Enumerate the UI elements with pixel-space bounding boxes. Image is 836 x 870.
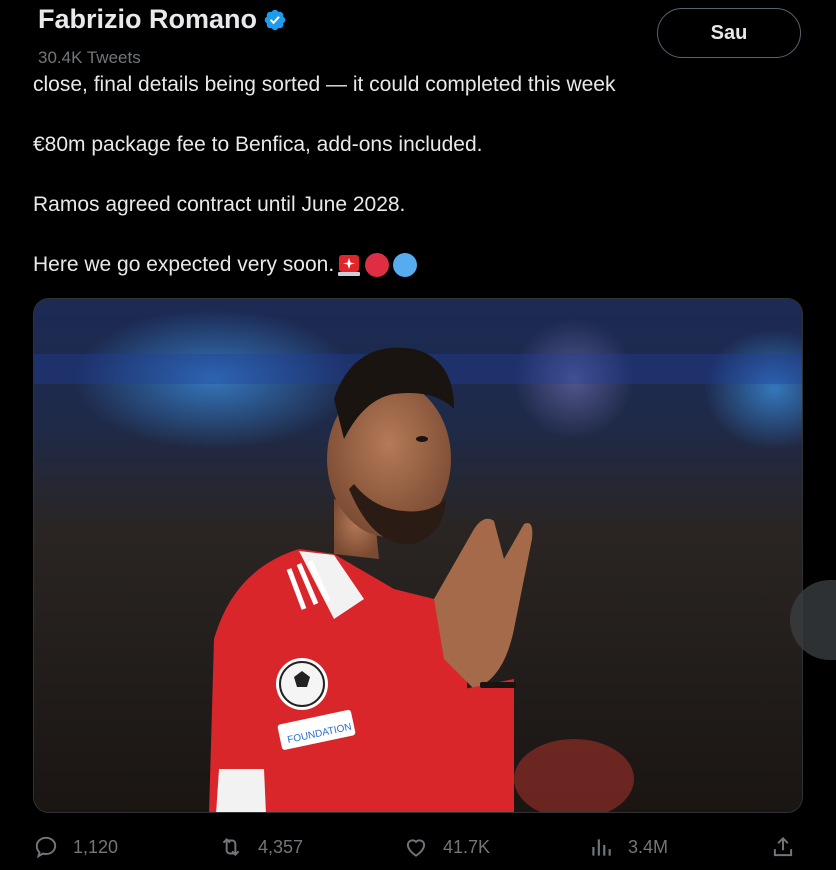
tweet-text: close, final details being sorted — it c… bbox=[33, 70, 803, 310]
share-icon bbox=[773, 836, 793, 857]
verified-badge-icon bbox=[264, 9, 286, 30]
retweet-action[interactable]: 4,357 bbox=[218, 834, 303, 860]
profile-header: Fabrizio Romano 30.4K Tweets Sau bbox=[0, 0, 836, 72]
reply-count: 1,120 bbox=[73, 836, 119, 857]
tweet-line-1: close, final details being sorted — it c… bbox=[33, 73, 616, 96]
tweet-line-2: €80m package fee to Benfica, add-ons inc… bbox=[33, 133, 483, 156]
tweet-photo[interactable]: FOUNDATION bbox=[33, 298, 803, 813]
reply-action[interactable]: 1,120 bbox=[33, 834, 118, 860]
tweet-count: 30.4K Tweets bbox=[38, 48, 141, 67]
tweet-line-3: Ramos agreed contract until June 2028. bbox=[33, 193, 406, 216]
footballer-photo-icon: FOUNDATION bbox=[34, 299, 802, 812]
heart-icon bbox=[406, 839, 426, 857]
tweet-line-4: Here we go expected very soon. bbox=[33, 250, 803, 280]
share-action[interactable] bbox=[770, 834, 796, 860]
tweet-actions: 1,120 4,357 41.7K 3.4M bbox=[0, 828, 836, 870]
retweet-count: 4,357 bbox=[258, 836, 304, 857]
reply-icon bbox=[35, 836, 57, 859]
author-name-row[interactable]: Fabrizio Romano bbox=[38, 4, 287, 35]
views-count: 3.4M bbox=[628, 836, 669, 857]
rotating-light-icon bbox=[338, 255, 361, 277]
retweet-icon bbox=[222, 838, 240, 856]
views-action[interactable]: 3.4M bbox=[588, 834, 668, 860]
views-chart-icon bbox=[592, 839, 611, 856]
like-count: 41.7K bbox=[443, 836, 491, 857]
author-name[interactable]: Fabrizio Romano bbox=[38, 4, 257, 35]
tweet-line-4-text: Here we go expected very soon. bbox=[33, 253, 335, 276]
blue-circle-icon bbox=[393, 253, 418, 278]
red-circle-icon bbox=[365, 253, 390, 278]
follow-button[interactable]: Sau bbox=[657, 8, 801, 58]
like-action[interactable]: 41.7K bbox=[403, 834, 490, 860]
